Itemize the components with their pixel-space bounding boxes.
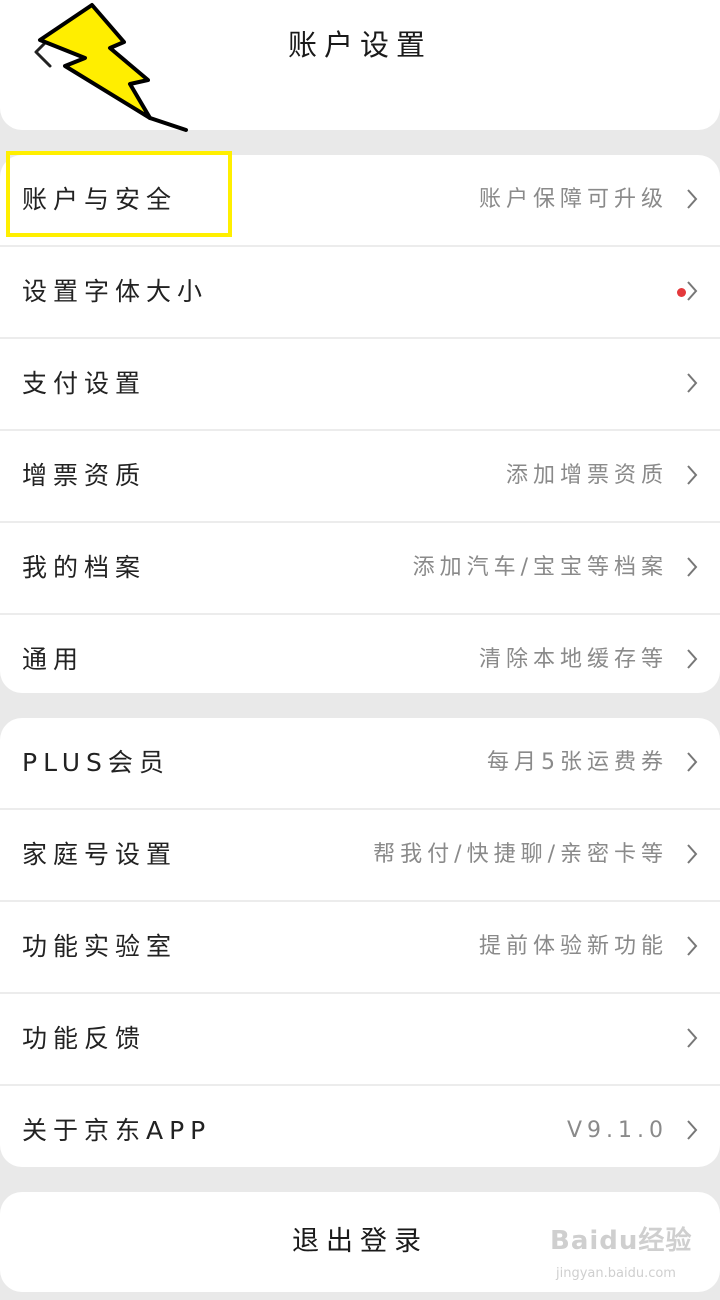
row-value: 帮我付/快捷聊/亲密卡等 [373,842,668,867]
chevron-right-icon [687,373,698,393]
row-payment-settings[interactable]: 支付设置 [0,339,720,431]
row-label: 设置字体大小 [22,277,209,306]
row-family-account[interactable]: 家庭号设置 帮我付/快捷聊/亲密卡等 [0,810,720,902]
chevron-right-icon [687,752,698,772]
row-about-app[interactable]: 关于京东APP V9.1.0 [0,1086,720,1167]
row-value: 添加增票资质 [505,463,668,488]
row-value: 账户保障可升级 [478,187,668,212]
row-account-security[interactable]: 账户与安全 账户保障可升级 [0,155,720,247]
chevron-right-icon [687,649,698,669]
chevron-right-icon [687,1120,698,1140]
row-value: V9.1.0 [566,1118,668,1143]
chevron-right-icon [687,189,698,209]
chevron-right-icon [687,844,698,864]
row-value: 清除本地缓存等 [478,647,668,672]
row-value: 添加汽车/宝宝等档案 [412,555,668,580]
row-label: 关于京东APP [22,1116,212,1145]
row-label: 功能反馈 [22,1024,147,1053]
chevron-right-icon [687,465,698,485]
row-plus-member[interactable]: PLUS会员 每月5张运费券 [0,718,720,810]
row-label: PLUS会员 [22,748,170,777]
row-label: 我的档案 [22,553,147,582]
row-label: 增票资质 [22,461,147,490]
row-value: 提前体验新功能 [478,934,668,959]
settings-group-1: 账户与安全 账户保障可升级 设置字体大小 支付设置 增票资质 添加增票资质 我的… [0,155,720,693]
row-label: 账户与安全 [22,185,178,214]
row-feature-lab[interactable]: 功能实验室 提前体验新功能 [0,902,720,994]
row-feedback[interactable]: 功能反馈 [0,994,720,1086]
row-general[interactable]: 通用 清除本地缓存等 [0,615,720,693]
chevron-right-icon [687,936,698,956]
logout-button[interactable]: 退出登录 [0,1192,720,1292]
row-vat-invoice[interactable]: 增票资质 添加增票资质 [0,431,720,523]
chevron-right-icon [687,281,698,301]
lightning-bolt-icon [38,3,188,132]
logout-label: 退出登录 [292,1226,428,1257]
row-label: 家庭号设置 [22,840,178,869]
row-font-size[interactable]: 设置字体大小 [0,247,720,339]
row-label: 功能实验室 [22,932,178,961]
row-my-profiles[interactable]: 我的档案 添加汽车/宝宝等档案 [0,523,720,615]
red-dot-badge [677,288,686,297]
chevron-right-icon [687,1028,698,1048]
row-label: 通用 [22,645,85,674]
row-label: 支付设置 [22,369,147,398]
chevron-right-icon [687,557,698,577]
settings-group-2: PLUS会员 每月5张运费券 家庭号设置 帮我付/快捷聊/亲密卡等 功能实验室 … [0,718,720,1167]
row-value: 每月5张运费券 [487,750,668,775]
